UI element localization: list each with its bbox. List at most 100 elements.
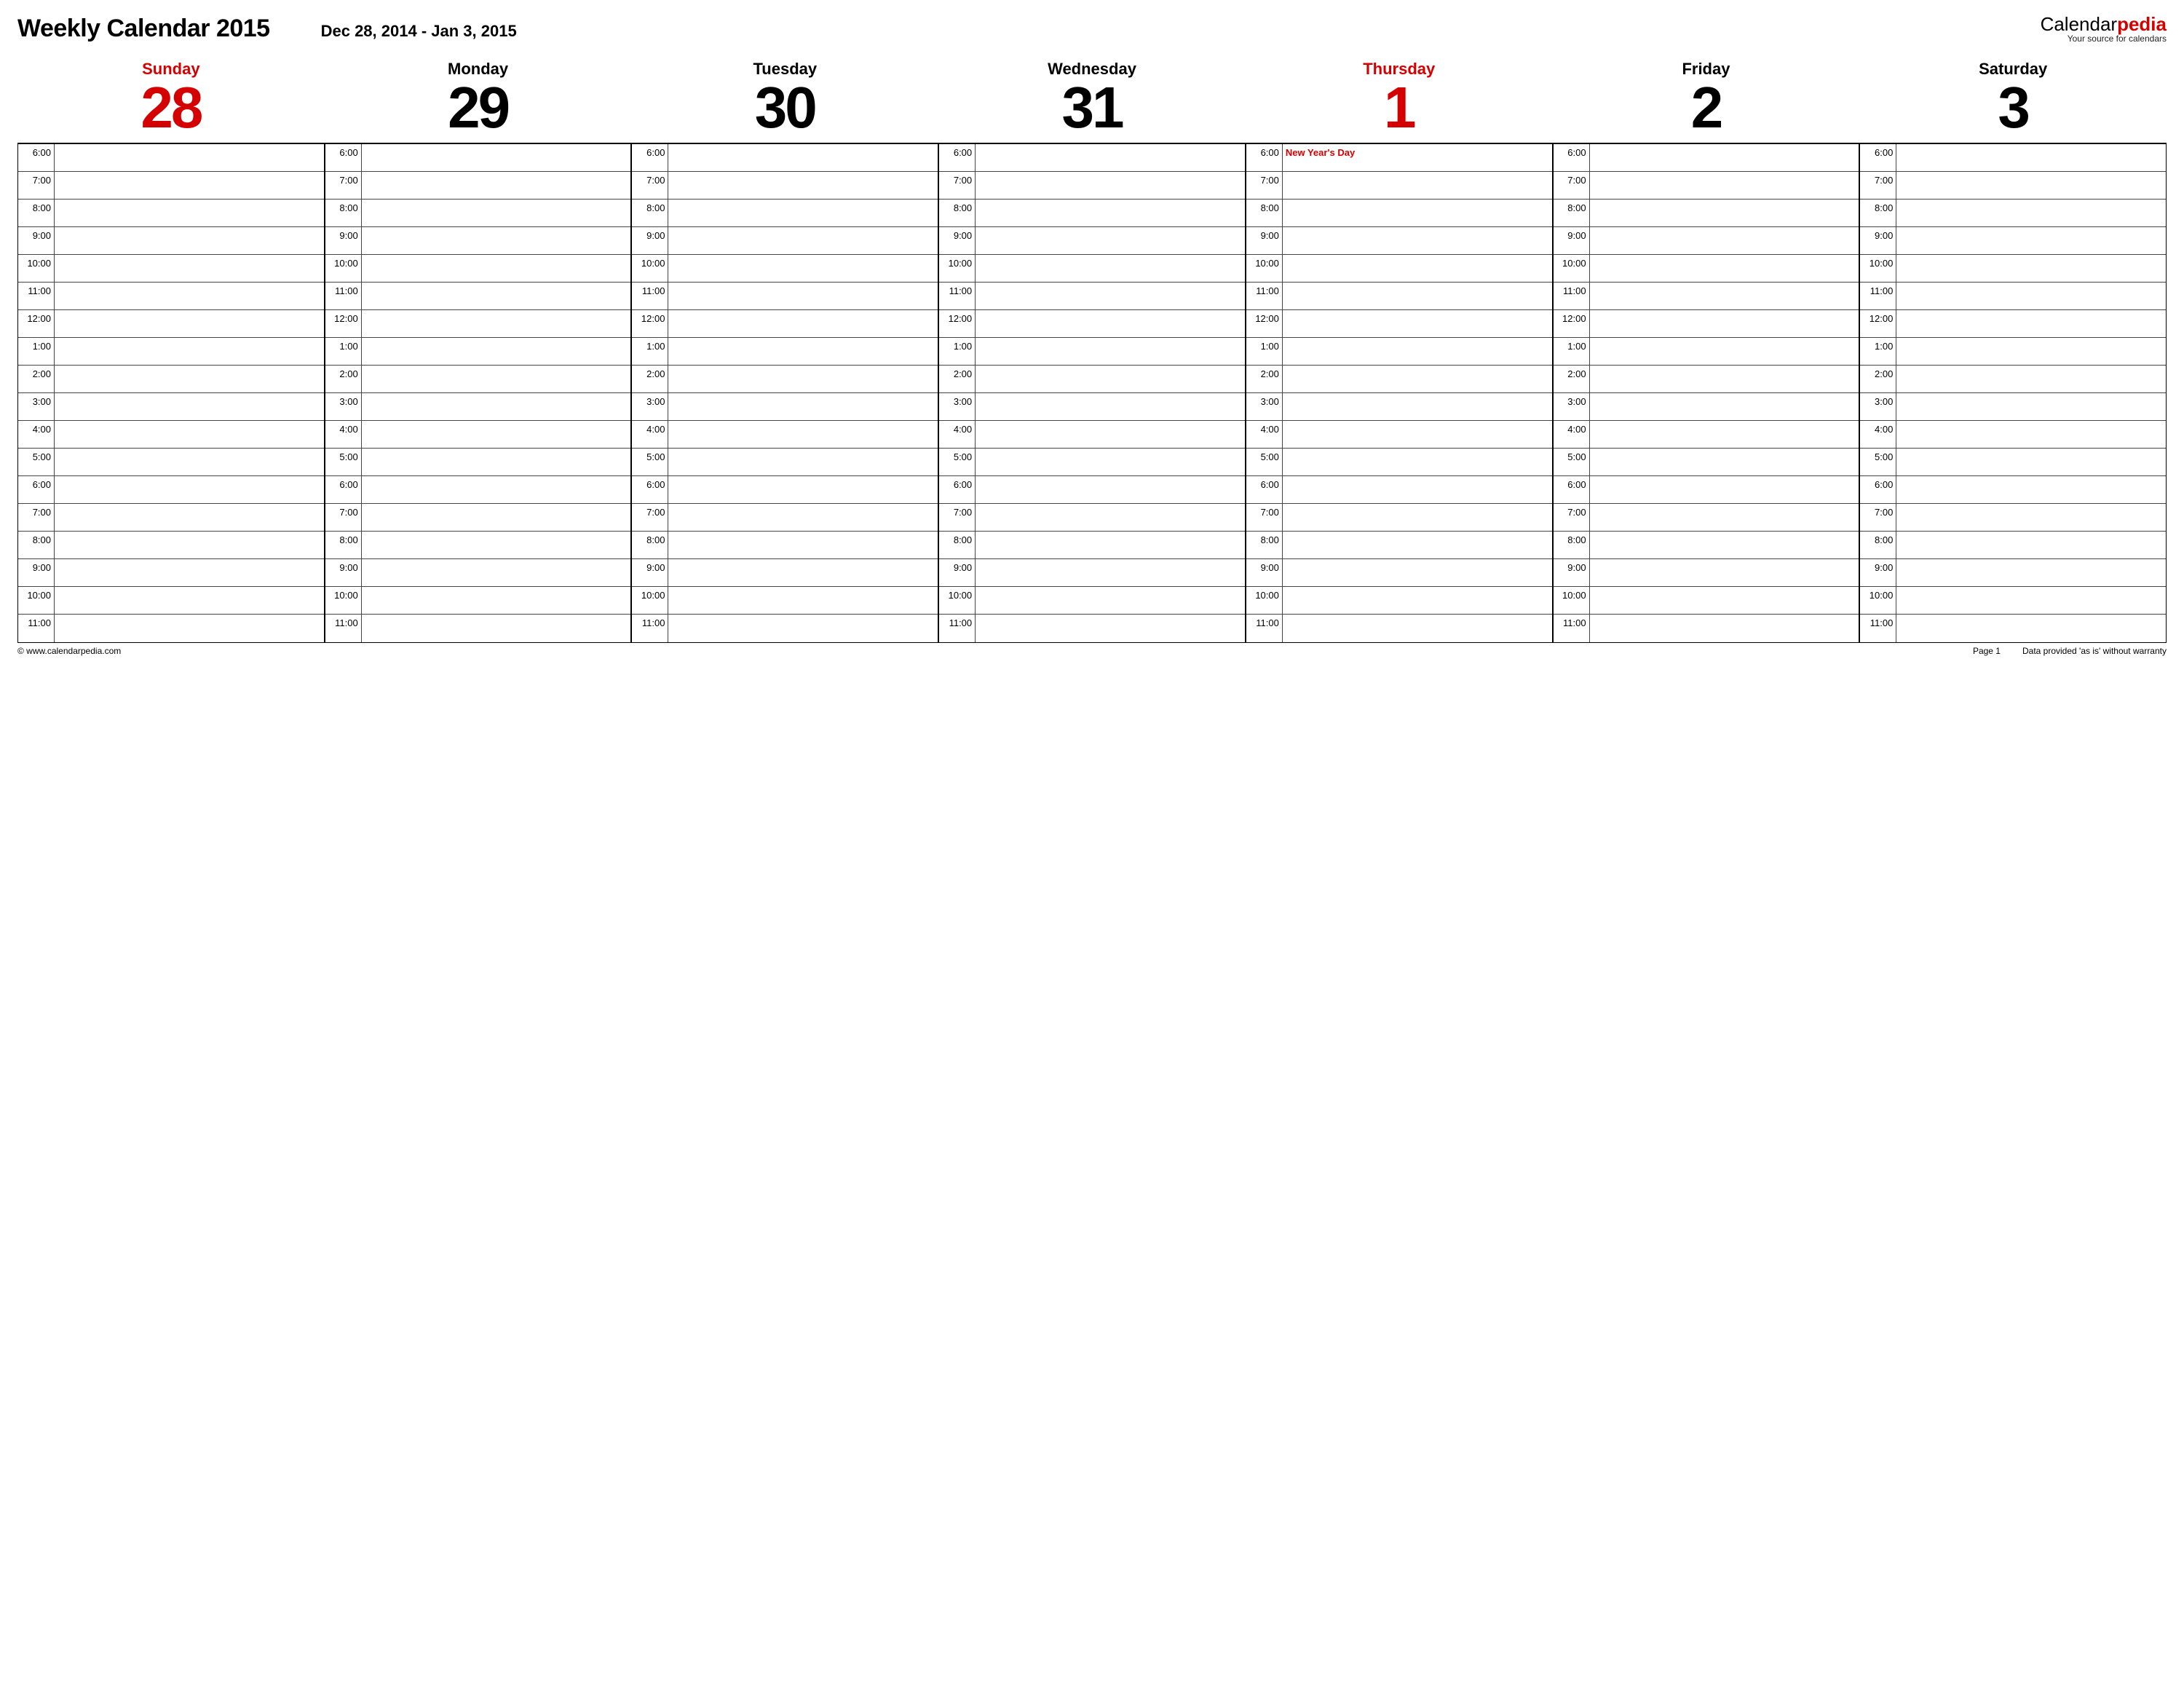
time-slot: 11:00 bbox=[1860, 615, 2166, 642]
slot-content bbox=[668, 559, 938, 586]
day-column: 6:007:008:009:0010:0011:0012:001:002:003… bbox=[324, 144, 631, 642]
slot-content bbox=[1896, 255, 2166, 282]
slot-content bbox=[668, 615, 938, 642]
slot-content bbox=[1590, 504, 1859, 531]
time-label: 8:00 bbox=[939, 532, 976, 558]
time-slot: 9:00 bbox=[939, 559, 1245, 587]
time-label: 8:00 bbox=[325, 200, 362, 226]
time-slot: 7:00 bbox=[1554, 504, 1859, 532]
day-number: 3 bbox=[1859, 79, 2167, 137]
slot-content bbox=[1896, 504, 2166, 531]
time-slot: 4:00 bbox=[1246, 421, 1552, 449]
time-label: 9:00 bbox=[18, 227, 55, 254]
time-label: 12:00 bbox=[18, 310, 55, 337]
slot-content bbox=[1283, 255, 1552, 282]
slot-content bbox=[362, 227, 631, 254]
time-slot: 4:00 bbox=[1554, 421, 1859, 449]
slot-content bbox=[1896, 338, 2166, 365]
time-slot: 12:00 bbox=[1554, 310, 1859, 338]
day-column-header: Saturday3 bbox=[1859, 57, 2167, 143]
time-label: 9:00 bbox=[1246, 227, 1283, 254]
slot-content bbox=[55, 283, 324, 309]
time-label: 8:00 bbox=[1860, 532, 1896, 558]
time-slot: 10:00 bbox=[325, 587, 631, 615]
slot-content bbox=[1283, 476, 1552, 503]
slot-content bbox=[1896, 615, 2166, 642]
slot-content bbox=[1590, 559, 1859, 586]
time-label: 7:00 bbox=[18, 172, 55, 199]
time-slot: 10:00 bbox=[939, 587, 1245, 615]
time-slot: 7:00 bbox=[325, 172, 631, 200]
time-slot: 11:00 bbox=[1860, 283, 2166, 310]
slot-content bbox=[55, 255, 324, 282]
time-slot: 11:00 bbox=[1554, 283, 1859, 310]
time-label: 3:00 bbox=[1554, 393, 1590, 420]
time-label: 7:00 bbox=[1860, 504, 1896, 531]
slot-content bbox=[1283, 587, 1552, 614]
slot-content bbox=[1590, 310, 1859, 337]
slot-content bbox=[976, 255, 1245, 282]
time-label: 2:00 bbox=[1246, 366, 1283, 392]
slot-content bbox=[976, 532, 1245, 558]
slot-content bbox=[976, 227, 1245, 254]
slot-content bbox=[1896, 172, 2166, 199]
slot-content bbox=[1283, 227, 1552, 254]
time-label: 11:00 bbox=[939, 283, 976, 309]
slot-content bbox=[362, 255, 631, 282]
time-slot: 1:00 bbox=[18, 338, 324, 366]
day-number: 30 bbox=[631, 79, 938, 137]
time-slot: 11:00 bbox=[1246, 283, 1552, 310]
time-slot: 9:00 bbox=[632, 227, 938, 255]
time-label: 9:00 bbox=[18, 559, 55, 586]
slot-content bbox=[55, 366, 324, 392]
time-label: 4:00 bbox=[1860, 421, 1896, 448]
slot-content bbox=[362, 504, 631, 531]
time-slot: 6:00 bbox=[1246, 476, 1552, 504]
slot-content bbox=[1590, 172, 1859, 199]
time-slot: 10:00 bbox=[632, 255, 938, 283]
slot-content bbox=[362, 532, 631, 558]
time-slot: 11:00 bbox=[18, 615, 324, 642]
time-label: 6:00 bbox=[632, 144, 668, 171]
slot-content bbox=[55, 393, 324, 420]
time-label: 2:00 bbox=[632, 366, 668, 392]
time-label: 12:00 bbox=[1554, 310, 1590, 337]
slot-content bbox=[668, 532, 938, 558]
slot-content bbox=[362, 200, 631, 226]
slot-content bbox=[1896, 144, 2166, 171]
time-label: 1:00 bbox=[632, 338, 668, 365]
slot-content bbox=[55, 476, 324, 503]
slot-content bbox=[976, 393, 1245, 420]
time-label: 10:00 bbox=[18, 587, 55, 614]
brand-name: Calendarpedia bbox=[2041, 15, 2167, 34]
time-slot: 2:00 bbox=[1860, 366, 2166, 393]
day-column-header: Thursday1 bbox=[1246, 57, 1553, 143]
time-label: 11:00 bbox=[632, 615, 668, 642]
time-slot: 2:00 bbox=[325, 366, 631, 393]
time-label: 9:00 bbox=[1554, 227, 1590, 254]
slot-content bbox=[1896, 476, 2166, 503]
time-slot: 7:00 bbox=[1860, 172, 2166, 200]
slot-content bbox=[55, 144, 324, 171]
slot-content bbox=[976, 504, 1245, 531]
slot-content bbox=[55, 532, 324, 558]
time-slot: 5:00 bbox=[18, 449, 324, 476]
slot-content bbox=[976, 476, 1245, 503]
day-number: 1 bbox=[1246, 79, 1553, 137]
slot-content bbox=[1283, 449, 1552, 475]
slot-content bbox=[1283, 393, 1552, 420]
time-slot: 7:00 bbox=[939, 504, 1245, 532]
slot-content bbox=[1590, 338, 1859, 365]
day-column-header: Tuesday30 bbox=[631, 57, 938, 143]
time-slot: 1:00 bbox=[632, 338, 938, 366]
time-slot: 10:00 bbox=[18, 587, 324, 615]
time-slot: 6:00 bbox=[1860, 476, 2166, 504]
slot-content bbox=[1896, 366, 2166, 392]
time-label: 12:00 bbox=[632, 310, 668, 337]
slot-content bbox=[976, 449, 1245, 475]
time-slot: 7:00 bbox=[1246, 172, 1552, 200]
time-slot: 5:00 bbox=[325, 449, 631, 476]
slot-content bbox=[362, 615, 631, 642]
time-slot: 10:00 bbox=[1246, 255, 1552, 283]
time-slot: 5:00 bbox=[1554, 449, 1859, 476]
